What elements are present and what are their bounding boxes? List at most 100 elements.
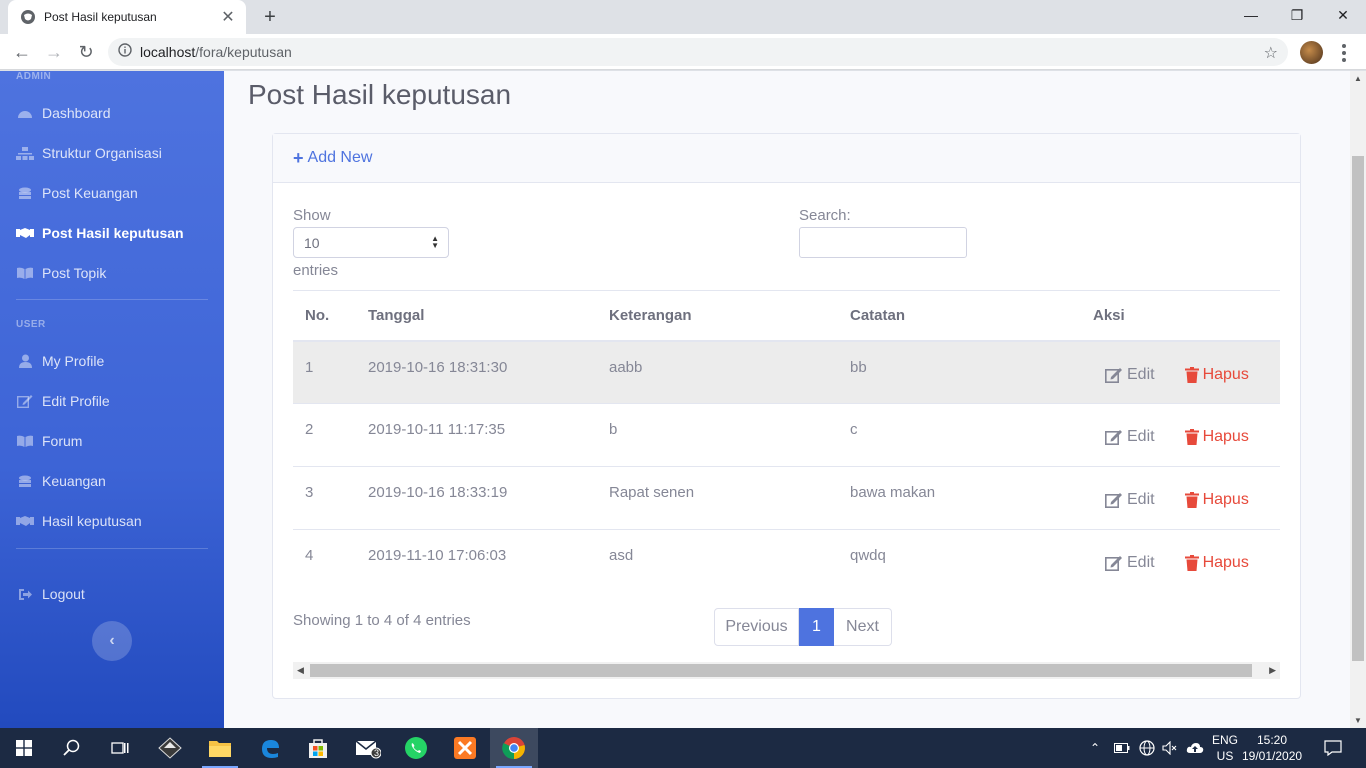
sidebar-item-keuangan[interactable]: Keuangan [16, 471, 106, 491]
cell-tanggal: 2019-11-10 17:06:03 [356, 529, 597, 593]
delete-button[interactable]: Hapus [1184, 365, 1249, 384]
coins-icon [16, 186, 34, 200]
scroll-down-icon[interactable]: ▼ [1354, 716, 1362, 725]
profile-avatar[interactable] [1300, 41, 1323, 64]
browser-tab[interactable]: Post Hasil keputusan ✕ [8, 0, 246, 34]
back-arrow-icon[interactable]: ← [8, 38, 36, 66]
sidebar-divider [16, 548, 208, 549]
edit-button[interactable]: Edit [1105, 554, 1155, 572]
horizontal-scrollbar[interactable]: ◀ ▶ [293, 662, 1280, 679]
edit-icon [16, 394, 34, 408]
cell-aksi: Edit Hapus [1081, 466, 1280, 530]
tab-close-icon[interactable]: ✕ [216, 5, 240, 29]
delete-button[interactable]: Hapus [1184, 554, 1249, 572]
trash-icon [1184, 555, 1199, 571]
chrome-icon[interactable] [490, 728, 538, 768]
sidebar-item-post-keuangan[interactable]: Post Keuangan [16, 183, 138, 203]
language-indicator[interactable]: ENG US [1210, 732, 1240, 764]
page-1-button[interactable]: 1 [799, 608, 834, 646]
column-header-keterangan[interactable]: Keterangan [597, 290, 838, 342]
sidebar-item-struktur-organisasi[interactable]: Struktur Organisasi [16, 143, 162, 163]
sidebar-item-label: Post Topik [42, 265, 107, 281]
sidebar-toggle-button[interactable]: ‹ [92, 621, 132, 661]
delete-button[interactable]: Hapus [1184, 428, 1249, 446]
edit-button[interactable]: Edit [1105, 491, 1155, 509]
windows-taskbar: 3 ⌃ ENG US 15:20 19/01/2020 [0, 728, 1366, 768]
window-close-icon[interactable]: ✕ [1320, 0, 1366, 30]
sidebar-item-my-profile[interactable]: My Profile [16, 351, 104, 371]
edit-label: Edit [1127, 491, 1155, 508]
entries-length-select[interactable]: 10 ▲ ▼ [293, 227, 449, 258]
onedrive-cloud-icon[interactable] [1186, 728, 1204, 768]
edit-label: Edit [1127, 554, 1155, 571]
reload-icon[interactable]: ↻ [72, 38, 100, 66]
forward-arrow-icon[interactable]: → [40, 38, 68, 66]
windows-start-icon[interactable] [0, 728, 48, 768]
clock-date: 19/01/2020 [1242, 749, 1303, 763]
task-view-icon[interactable] [96, 728, 144, 768]
sidebar-item-post-topik[interactable]: Post Topik [16, 263, 106, 283]
cell-keterangan: asd [597, 529, 838, 593]
search-input[interactable] [799, 227, 967, 258]
sidebar-item-label: Struktur Organisasi [42, 145, 162, 161]
network-icon[interactable] [1139, 728, 1155, 768]
delete-button[interactable]: Hapus [1184, 491, 1249, 509]
cell-no: 3 [293, 466, 356, 530]
add-new-link[interactable]: Add New [308, 149, 373, 167]
previous-page-button[interactable]: Previous [714, 608, 799, 646]
new-tab-icon[interactable]: + [258, 6, 282, 28]
whatsapp-icon[interactable] [392, 728, 440, 768]
battery-icon[interactable] [1114, 728, 1130, 768]
browser-menu-icon[interactable] [1336, 40, 1352, 66]
sidebar-item-forum[interactable]: Forum [16, 431, 82, 451]
address-bar[interactable]: localhost/fora/keputusan ☆ [108, 38, 1288, 66]
restore-icon[interactable]: ❐ [1274, 0, 1320, 30]
scroll-left-icon[interactable]: ◀ [297, 665, 304, 676]
edit-icon [1105, 493, 1122, 508]
sidebar-item-logout[interactable]: Logout [16, 584, 85, 604]
sidebar-item-hasil-keputusan[interactable]: Hasil keputusan [16, 511, 142, 531]
minimize-icon[interactable]: — [1228, 0, 1274, 30]
trash-icon [1184, 366, 1199, 383]
column-header-tanggal[interactable]: Tanggal [356, 290, 597, 342]
xampp-icon[interactable] [441, 728, 489, 768]
sidebar-item-label: My Profile [42, 353, 105, 369]
system-clock[interactable]: 15:20 19/01/2020 [1242, 732, 1302, 764]
cell-keterangan: aabb [597, 340, 838, 404]
column-header-no[interactable]: No. [293, 290, 356, 342]
notification-center-icon[interactable] [1324, 728, 1342, 768]
search-icon[interactable] [48, 728, 96, 768]
sidebar-item-label: Logout [42, 586, 85, 602]
globe-icon [20, 9, 36, 25]
store-icon[interactable] [294, 728, 342, 768]
edit-label: Edit [1127, 428, 1155, 445]
table-row: 1 2019-10-16 18:31:30 aabb bb Edit Hapus [293, 340, 1280, 404]
horizontal-scroll-thumb[interactable] [310, 664, 1252, 677]
edit-button[interactable]: Edit [1105, 366, 1155, 384]
info-icon[interactable] [118, 42, 132, 62]
coins-icon [16, 474, 34, 488]
scroll-up-icon[interactable]: ▲ [1354, 74, 1362, 83]
delete-label: Hapus [1202, 365, 1249, 383]
app-icon[interactable] [146, 728, 194, 768]
sidebar-item-edit-profile[interactable]: Edit Profile [16, 391, 110, 411]
vertical-scroll-thumb[interactable] [1352, 156, 1364, 661]
edit-button[interactable]: Edit [1105, 428, 1155, 446]
cell-no: 2 [293, 403, 356, 467]
show-label: Show [293, 207, 331, 224]
edge-browser-icon[interactable] [246, 728, 294, 768]
card-header: + Add New [273, 134, 1300, 183]
next-page-button[interactable]: Next [834, 608, 892, 646]
volume-muted-icon[interactable] [1162, 728, 1178, 768]
file-explorer-icon[interactable] [196, 728, 244, 768]
bookmark-star-icon[interactable]: ☆ [1264, 43, 1278, 63]
vertical-scrollbar[interactable]: ▲ ▼ [1350, 71, 1366, 728]
sidebar-item-post-hasil-keputusan[interactable]: Post Hasil keputusan [16, 223, 184, 243]
mail-icon[interactable]: 3 [344, 728, 392, 768]
scroll-right-icon[interactable]: ▶ [1269, 665, 1276, 676]
show-hidden-icons-icon[interactable]: ⌃ [1090, 728, 1100, 768]
table-info: Showing 1 to 4 of 4 entries [293, 612, 471, 629]
column-header-catatan[interactable]: Catatan [838, 290, 1081, 342]
sidebar-item-dashboard[interactable]: Dashboard [16, 103, 111, 123]
edit-label: Edit [1127, 365, 1155, 383]
